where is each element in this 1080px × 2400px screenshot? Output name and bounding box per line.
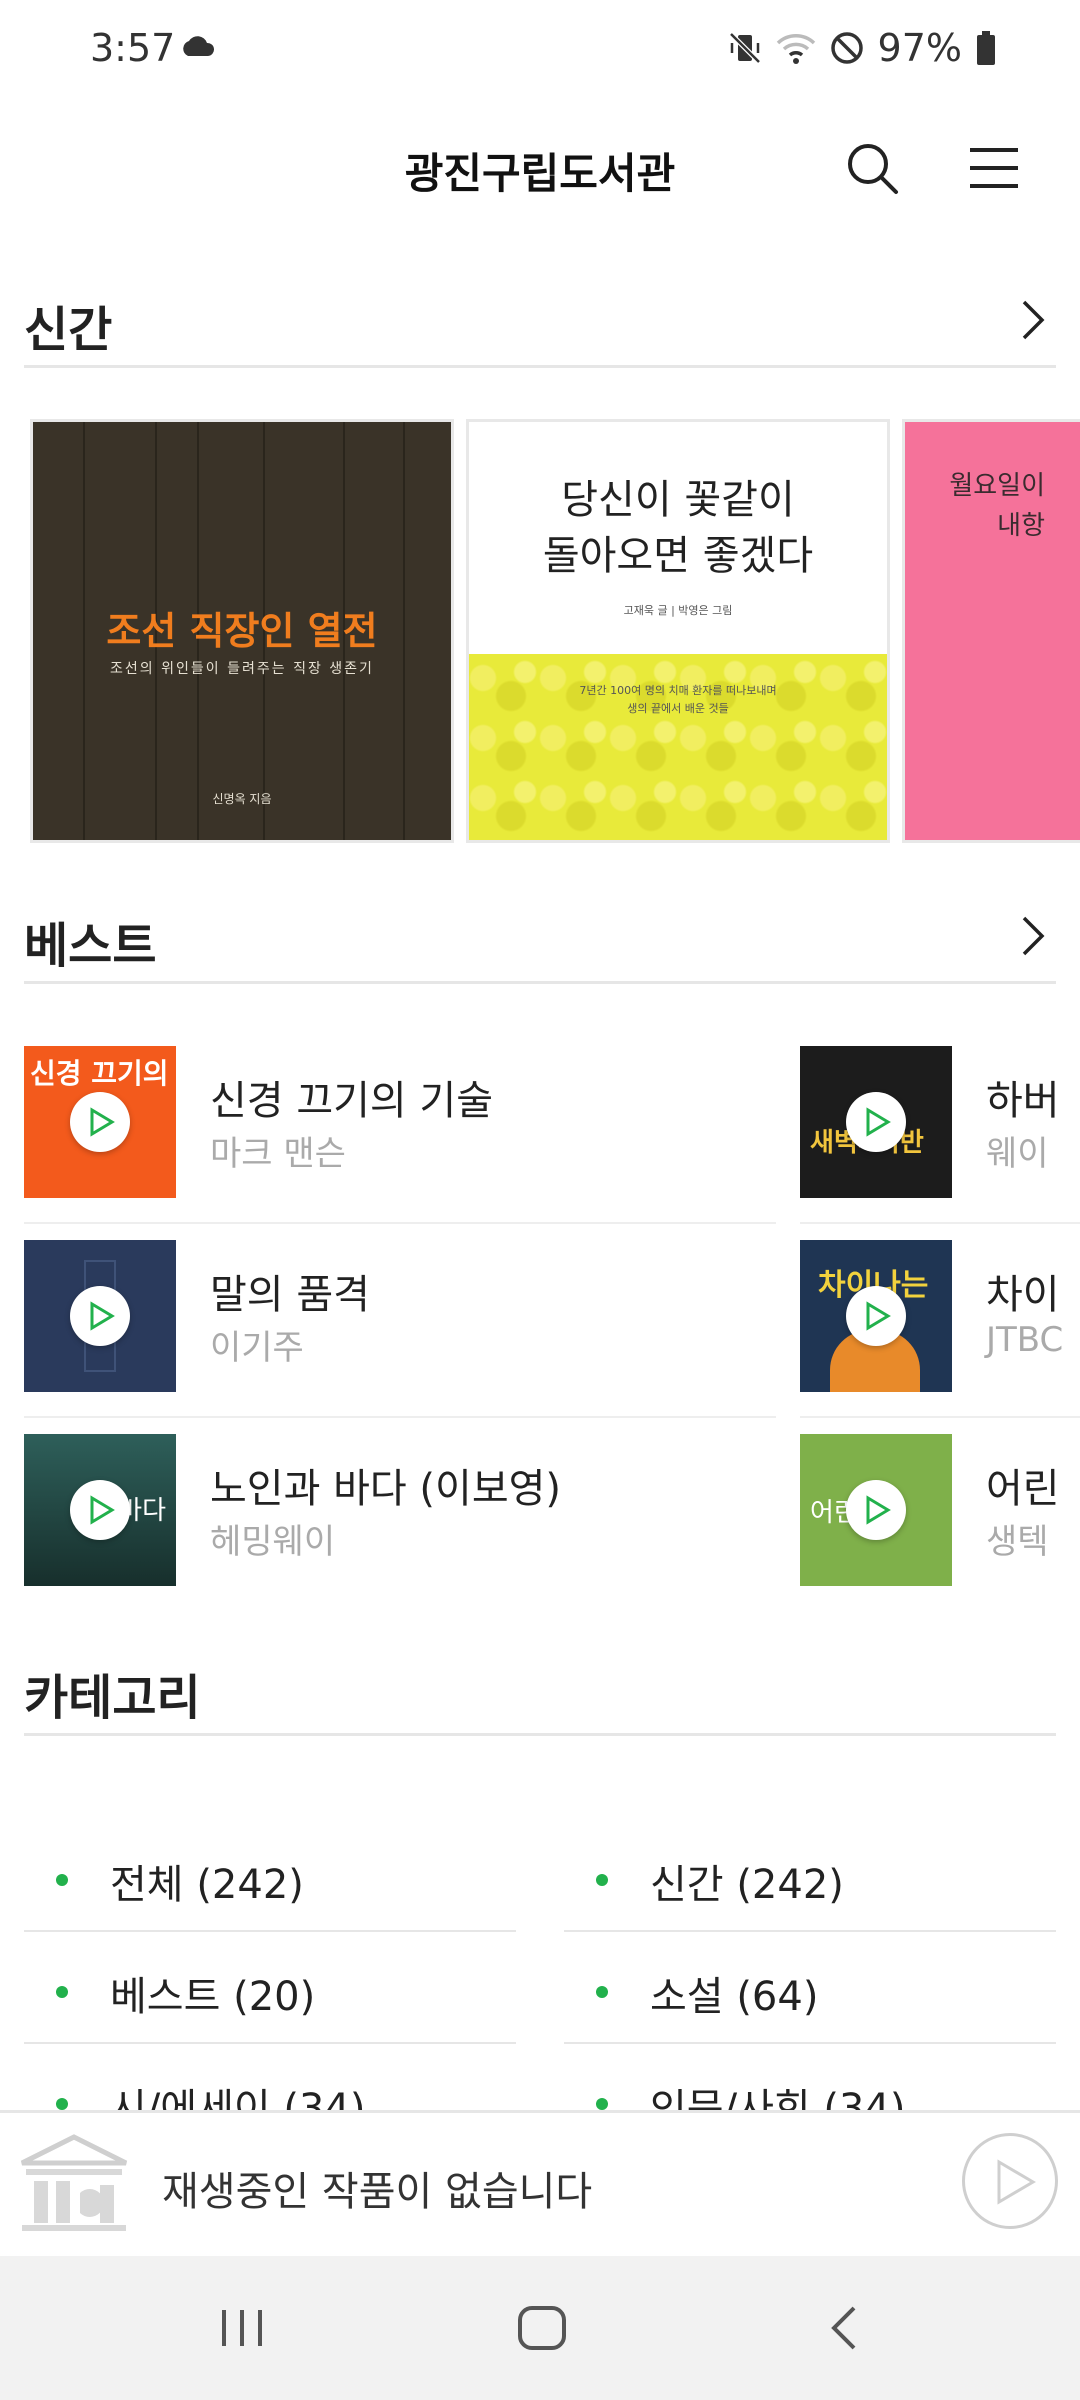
- wifi-icon: [776, 34, 815, 64]
- book-cover-title-line: 월요일이: [949, 471, 1045, 501]
- new-book-cover[interactable]: 당신이 꽃같이 돌아오면 좋겠다 고재욱 글 | 박영은 그림 7년간 100여…: [466, 419, 890, 843]
- play-button[interactable]: [70, 1480, 130, 1540]
- best-book-item[interactable]: 말의 품격 이기주: [24, 1224, 776, 1418]
- bullet-icon: [596, 2098, 608, 2110]
- book-author: 웨이: [986, 1134, 1049, 1174]
- book-author: 생텍: [986, 1522, 1049, 1562]
- new-section-title: 신간: [24, 302, 113, 358]
- play-icon: [866, 1495, 891, 1525]
- library-logo-icon: [20, 2134, 128, 2231]
- category-label: 베스트 (20): [110, 1974, 316, 2020]
- book-cover: [24, 1240, 176, 1392]
- category-section-title: 카테고리: [24, 1670, 201, 1726]
- new-section-header[interactable]: 신간: [24, 272, 1056, 368]
- player-play-button[interactable]: [962, 2133, 1058, 2229]
- best-books-grid: 신경 끄기의 기술 신경 끄기의 기술 마크 맨슨 새벽4시반 하버 웨이 말의…: [0, 1020, 1080, 1600]
- mini-player[interactable]: 재생중인 작품이 없습니다: [0, 2110, 1080, 2256]
- book-author: 이기주: [210, 1328, 304, 1368]
- best-book-item[interactable]: 어린 어린 생텍: [800, 1418, 1080, 1600]
- book-cover: 바다: [24, 1434, 176, 1586]
- book-cover-tagline: 7년간 100여 명의 치매 환자를 떠나보내며 생의 끝에서 배운 것들: [469, 682, 887, 718]
- book-author: 헤밍웨이: [210, 1522, 336, 1562]
- play-icon: [90, 1495, 115, 1525]
- home-icon[interactable]: [510, 2296, 574, 2360]
- back-icon[interactable]: [814, 2296, 878, 2360]
- play-icon: [997, 2159, 1036, 2205]
- book-title: 노인과 바다 (이보영): [210, 1466, 562, 1512]
- mute-vibrate-icon: [728, 32, 761, 64]
- play-icon: [866, 1301, 891, 1331]
- play-button[interactable]: [846, 1480, 906, 1540]
- best-section-title: 베스트: [24, 918, 157, 974]
- player-status-text: 재생중인 작품이 없습니다: [162, 2169, 593, 2215]
- status-icons: 97%: [728, 26, 996, 70]
- book-cover: 차이나는: [800, 1240, 952, 1392]
- bullet-icon: [56, 1874, 68, 1886]
- book-cover: 신경 끄기의 기술: [24, 1046, 176, 1198]
- category-label: 소설 (64): [650, 1974, 819, 2020]
- category-item[interactable]: 소설 (64): [564, 1934, 1056, 2044]
- category-item[interactable]: 베스트 (20): [24, 1934, 516, 2044]
- book-cover-title: 월요일이 내항: [905, 466, 1045, 546]
- book-cover-title: 조선 직장인 열전: [106, 609, 378, 653]
- book-title: 신경 끄기의 기술: [210, 1078, 494, 1124]
- app-header: 광진구립도서관: [0, 110, 1080, 230]
- category-label: 신간 (242): [650, 1862, 844, 1908]
- system-nav-bar: [0, 2256, 1080, 2400]
- book-title: 하버: [986, 1078, 1060, 1124]
- category-section-header: 카테고리: [24, 1640, 1056, 1736]
- book-cover-subtitle: 고재욱 글 | 박영은 그림: [623, 604, 733, 617]
- menu-icon[interactable]: [962, 136, 1026, 200]
- chevron-right-icon[interactable]: [1008, 294, 1056, 346]
- best-book-item[interactable]: 신경 끄기의 기술 신경 끄기의 기술 마크 맨슨: [24, 1030, 776, 1224]
- play-button[interactable]: [70, 1092, 130, 1152]
- book-cover-text: 신경 끄기의 기술: [30, 1057, 176, 1090]
- best-book-item[interactable]: 차이나는 차이 JTBC: [800, 1224, 1080, 1418]
- new-book-cover[interactable]: 조선 직장인 열전 조선의 위인들이 들려주는 직장 생존기 신명옥 지음: [30, 419, 454, 843]
- book-author: 마크 맨슨: [210, 1134, 346, 1174]
- book-cover-tagline-line: 7년간 100여 명의 치매 환자를 떠나보내며: [579, 684, 777, 697]
- bullet-icon: [56, 1986, 68, 1998]
- cloud-icon: [183, 36, 215, 56]
- category-item[interactable]: 전체 (242): [24, 1822, 516, 1932]
- status-time: 3:57: [90, 26, 176, 70]
- book-title: 어린: [986, 1466, 1060, 1512]
- play-button[interactable]: [70, 1286, 130, 1346]
- best-book-item[interactable]: 바다 노인과 바다 (이보영) 헤밍웨이: [24, 1418, 776, 1600]
- category-label: 전체 (242): [110, 1862, 304, 1908]
- book-cover: 새벽4시반: [800, 1046, 952, 1198]
- book-cover-title-line: 돌아오면 좋겠다: [542, 533, 814, 579]
- book-cover-title: 당신이 꽃같이 돌아오면 좋겠다: [469, 472, 887, 584]
- play-icon: [90, 1107, 115, 1137]
- do-not-disturb-icon: [830, 32, 863, 64]
- play-button[interactable]: [846, 1286, 906, 1346]
- book-title: 차이: [986, 1272, 1060, 1318]
- status-bar: 3:57 97%: [0, 0, 1080, 100]
- battery-percent: 97%: [877, 26, 962, 70]
- bullet-icon: [56, 2098, 68, 2110]
- new-book-cover[interactable]: 월요일이 내항: [902, 419, 1080, 843]
- book-title: 말의 품격: [210, 1272, 370, 1318]
- new-books-carousel[interactable]: 조선 직장인 열전 조선의 위인들이 들려주는 직장 생존기 신명옥 지음 당신…: [0, 415, 1080, 845]
- book-cover-title-line: 내항: [997, 511, 1045, 541]
- bullet-icon: [596, 1874, 608, 1886]
- best-book-item[interactable]: 새벽4시반 하버 웨이: [800, 1030, 1080, 1224]
- bullet-icon: [596, 1986, 608, 1998]
- book-author: JTBC: [986, 1320, 1064, 1360]
- play-icon: [90, 1301, 115, 1331]
- chevron-right-icon[interactable]: [1008, 910, 1056, 962]
- book-cover-author: 신명옥 지음: [212, 792, 272, 806]
- play-button[interactable]: [846, 1092, 906, 1152]
- best-section-header[interactable]: 베스트: [24, 888, 1056, 984]
- book-cover-title-line: 당신이 꽃같이: [561, 477, 795, 523]
- recent-apps-icon[interactable]: [210, 2296, 274, 2360]
- category-item[interactable]: 신간 (242): [564, 1822, 1056, 1932]
- book-cover-tagline-line: 생의 끝에서 배운 것들: [627, 702, 729, 715]
- library-title: 광진구립도서관: [404, 149, 676, 198]
- search-icon[interactable]: [840, 136, 904, 200]
- book-cover-subtitle: 조선의 위인들이 들려주는 직장 생존기: [110, 661, 374, 677]
- battery-icon: [977, 31, 995, 65]
- book-cover: 어린: [800, 1434, 952, 1586]
- play-icon: [866, 1107, 891, 1137]
